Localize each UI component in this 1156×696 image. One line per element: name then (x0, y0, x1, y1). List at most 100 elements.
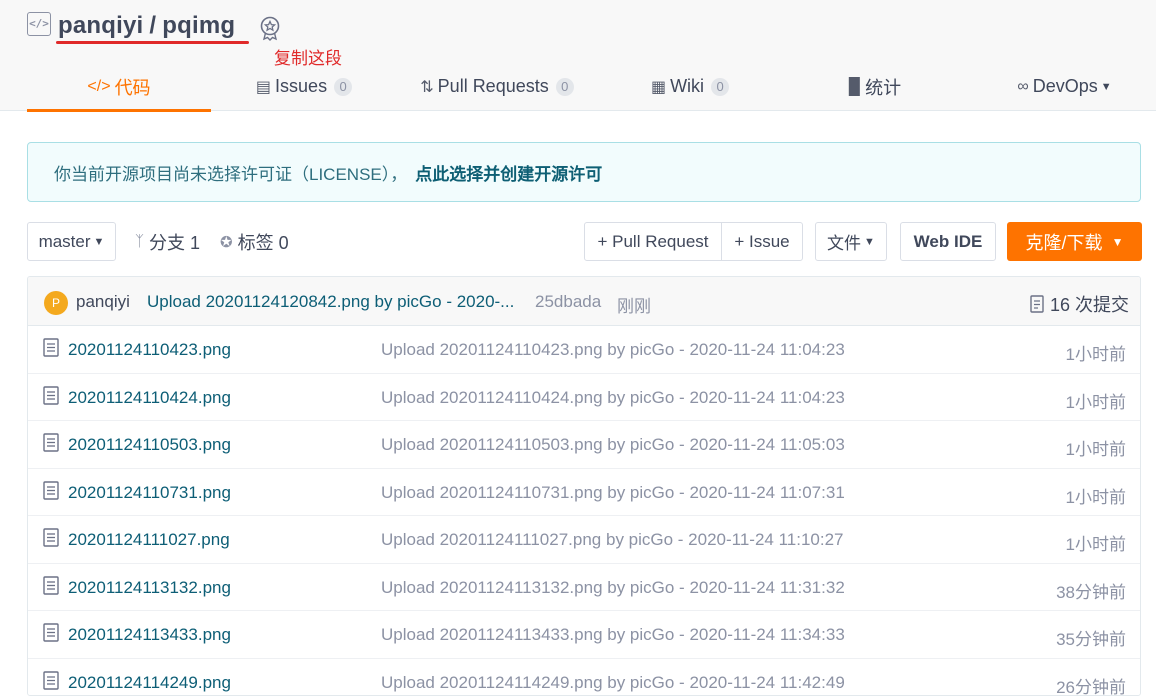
table-row: 20201124111027.png Upload 20201124111027.… (28, 516, 1140, 564)
file-commit-time: 1小时前 (1066, 340, 1126, 365)
repo-owner[interactable]: panqiyi (58, 12, 143, 39)
pull-request-icon: ⇅ (420, 77, 433, 97)
tags-label: 标签 0 (238, 229, 289, 255)
branch-select-label: master (39, 232, 91, 252)
table-row: 20201124113132.png Upload 20201124113132.… (28, 564, 1140, 612)
repo-separator: / (149, 12, 156, 39)
file-name-link[interactable]: 20201124111027.png (68, 530, 230, 550)
commit-time: 刚刚 (617, 292, 651, 317)
tag-icon: ✪ (220, 233, 233, 251)
file-menu-button[interactable]: 文件 ▼ (815, 222, 887, 261)
code-icon: </> (87, 78, 110, 96)
file-commit-time: 38分钟前 (1056, 578, 1126, 603)
file-commit-message[interactable]: Upload 20201124111027.png by picGo - 202… (381, 530, 844, 550)
web-ide-button[interactable]: Web IDE (900, 222, 996, 261)
file-icon (43, 528, 59, 547)
commit-count-link[interactable]: 16 次提交 (1030, 291, 1129, 317)
tags-link[interactable]: ✪ 标签 0 (220, 222, 289, 261)
file-commit-time: 1小时前 (1066, 435, 1126, 460)
branches-label: 分支 1 (149, 229, 200, 255)
tab-devops[interactable]: ∞ DevOps ▼ (1008, 62, 1121, 111)
tab-wiki[interactable]: ▦ Wiki 0 (646, 62, 734, 111)
branch-select[interactable]: master ▼ (27, 222, 116, 261)
new-issue-button[interactable]: + Issue (721, 222, 803, 261)
file-commit-message[interactable]: Upload 20201124113132.png by picGo - 202… (381, 578, 845, 598)
tab-wiki-label: Wiki (670, 76, 704, 97)
file-icon (43, 576, 59, 595)
chevron-down-icon: ▼ (1101, 81, 1112, 93)
file-commit-time: 35分钟前 (1056, 625, 1126, 650)
file-icon (43, 481, 59, 500)
file-icon (43, 386, 59, 405)
new-pull-request-button[interactable]: + Pull Request (584, 222, 722, 261)
repo-name[interactable]: pqimg (162, 12, 235, 39)
chevron-down-icon: ▼ (864, 236, 875, 248)
commit-count-label: 16 次提交 (1050, 291, 1129, 317)
file-name-link[interactable]: 20201124110503.png (68, 435, 231, 455)
table-row: 20201124110423.png Upload 20201124110423.… (28, 326, 1140, 374)
pull-requests-count: 0 (556, 78, 574, 96)
last-commit-bar: P panqiyi Upload 20201124120842.png by p… (28, 277, 1140, 326)
wiki-count: 0 (711, 78, 729, 96)
branches-link[interactable]: ᛉ 分支 1 (135, 222, 200, 261)
table-row: 20201124110731.png Upload 20201124110731.… (28, 469, 1140, 517)
file-icon (43, 433, 59, 452)
file-name-link[interactable]: 20201124113132.png (68, 578, 231, 598)
stats-icon: ▉ (849, 77, 861, 97)
tab-code[interactable]: </> 代码 (27, 62, 211, 111)
table-row: 20201124113433.png Upload 20201124113433.… (28, 611, 1140, 659)
devops-icon: ∞ (1017, 78, 1028, 96)
file-commit-time: 1小时前 (1066, 530, 1126, 555)
license-notice: 你当前开源项目尚未选择许可证（LICENSE）， 点此选择并创建开源许可 (27, 142, 1141, 202)
file-name-link[interactable]: 20201124110731.png (68, 483, 231, 503)
repo-code-icon: </> (27, 12, 51, 36)
repo-header: </> panqiyi/pqimg 复制这段 </> 代码 ▤ Issues 0… (0, 0, 1156, 111)
file-commit-message[interactable]: Upload 20201124110424.png by picGo - 202… (381, 388, 845, 408)
commits-icon (1030, 295, 1044, 313)
tab-issues-label: Issues (275, 76, 327, 97)
file-commit-time: 26分钟前 (1056, 673, 1126, 696)
wiki-icon: ▦ (651, 77, 666, 97)
tab-code-label: 代码 (115, 74, 151, 100)
commit-author[interactable]: panqiyi (76, 292, 130, 312)
file-commit-time: 1小时前 (1066, 388, 1126, 413)
tab-pull-requests-label: Pull Requests (438, 76, 549, 97)
file-name-link[interactable]: 20201124110424.png (68, 388, 231, 408)
tab-devops-label: DevOps (1033, 76, 1098, 97)
table-row: 20201124110503.png Upload 20201124110503.… (28, 421, 1140, 469)
file-menu-label: 文件 (827, 229, 861, 254)
file-table: P panqiyi Upload 20201124120842.png by p… (27, 276, 1141, 696)
avatar[interactable]: P (44, 291, 68, 315)
commit-sha[interactable]: 25dbada (535, 292, 601, 312)
tab-stats[interactable]: ▉ 统计 (844, 62, 906, 111)
table-row: 20201124114249.pngUpload 20201124114249.… (28, 659, 1140, 696)
file-list: 20201124110423.png Upload 20201124110423.… (28, 326, 1140, 696)
clone-download-label: 克隆/下载 (1026, 229, 1103, 255)
table-row: 20201124110424.png Upload 20201124110424.… (28, 374, 1140, 422)
award-icon (258, 15, 282, 41)
tab-stats-label: 统计 (865, 74, 901, 100)
repo-tabs: </> 代码 ▤ Issues 0 ⇅ Pull Requests 0 ▦ Wi… (0, 62, 1156, 111)
file-commit-time: 1小时前 (1066, 483, 1126, 508)
file-name-link[interactable]: 20201124110423.png (68, 340, 231, 360)
file-commit-message[interactable]: Upload 20201124113433.png by picGo - 202… (381, 625, 845, 645)
commit-message[interactable]: Upload 20201124120842.png by picGo - 202… (147, 292, 514, 312)
file-commit-message[interactable]: Upload 20201124110423.png by picGo - 202… (381, 340, 845, 360)
file-commit-message[interactable]: Upload 20201124110731.png by picGo - 202… (381, 483, 845, 503)
license-notice-text: 你当前开源项目尚未选择许可证（LICENSE）， (54, 160, 407, 185)
chevron-down-icon: ▼ (94, 236, 105, 248)
tab-issues[interactable]: ▤ Issues 0 (254, 62, 354, 111)
clone-download-button[interactable]: 克隆/下载 ▼ (1007, 222, 1142, 261)
branch-icon: ᛉ (135, 233, 144, 250)
file-icon (43, 623, 59, 642)
file-icon (43, 671, 59, 690)
file-icon (43, 338, 59, 357)
file-commit-message[interactable]: Upload 20201124110503.png by picGo - 202… (381, 435, 845, 455)
annotation-underline (56, 41, 249, 44)
tab-pull-requests[interactable]: ⇅ Pull Requests 0 (419, 62, 575, 111)
chevron-down-icon: ▼ (1112, 235, 1124, 249)
create-license-link[interactable]: 点此选择并创建开源许可 (415, 160, 602, 185)
file-name-link[interactable]: 20201124113433.png (68, 625, 231, 645)
issues-count: 0 (334, 78, 352, 96)
repo-title[interactable]: panqiyi/pqimg (58, 12, 235, 40)
